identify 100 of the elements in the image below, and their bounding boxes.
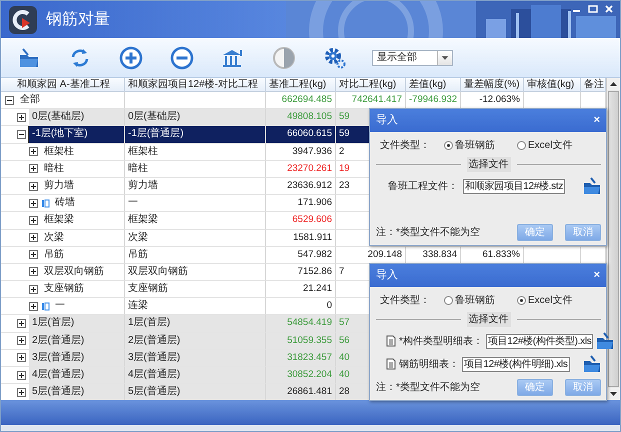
tree-label[interactable]: 4层(普通层)	[29, 367, 124, 384]
radio-option[interactable]: Excel文件	[517, 138, 572, 152]
folder-icon[interactable]	[583, 355, 601, 373]
table-cell: 30852.204	[266, 367, 336, 384]
tree-label[interactable]: 2层(普通层)	[29, 332, 124, 349]
close-icon[interactable]	[604, 5, 614, 13]
table-cell: 3层(普通层)	[125, 350, 266, 367]
tree-label[interactable]: 框架梁	[41, 212, 124, 228]
tree-label[interactable]: 0层(基础层)	[29, 109, 124, 126]
settings-icon[interactable]	[323, 46, 347, 70]
column-header[interactable]: 和顺家园 A-基准工程	[1, 78, 125, 92]
tree-label[interactable]: 次梁	[41, 230, 124, 246]
table-cell: 吊筋	[125, 246, 266, 264]
window-title: 钢筋对量	[46, 10, 110, 30]
expand-icon[interactable]	[17, 370, 26, 380]
table-cell: 66060.615	[266, 126, 336, 144]
table-cell: 剪力墙	[125, 178, 266, 196]
table-cell: 5层(普通层)	[125, 384, 266, 400]
column-header[interactable]: 对比工程(kg)	[336, 78, 406, 92]
table-cell: 31823.457	[266, 350, 336, 367]
column-header[interactable]: 和顺家园项目12#楼-对比工程	[125, 78, 266, 92]
collapse-icon[interactable]	[17, 130, 26, 139]
expand-icon[interactable]	[17, 336, 26, 346]
remove-icon[interactable]	[170, 46, 194, 70]
file-path-field[interactable]: 和顺家园项目12#楼.stz	[463, 178, 566, 194]
table-cell: 框架柱	[125, 144, 266, 161]
radio-option[interactable]: 鲁班钢筋	[444, 138, 495, 152]
expand-icon[interactable]	[29, 182, 38, 191]
add-icon[interactable]	[119, 46, 143, 70]
tree-label[interactable]: 全部	[17, 92, 124, 108]
table-cell: 暗柱	[125, 160, 266, 178]
expand-icon[interactable]	[29, 198, 38, 208]
expand-icon[interactable]	[29, 216, 38, 225]
folder-icon[interactable]	[17, 46, 41, 70]
close-button[interactable]: ×	[594, 112, 600, 129]
tree-label[interactable]: 双层双向钢筋	[41, 264, 124, 280]
expand-icon[interactable]	[29, 233, 38, 242]
expand-icon[interactable]	[29, 147, 38, 156]
table-cell: 547.982	[266, 246, 336, 264]
document-icon	[386, 335, 396, 347]
table-cell: 6529.606	[266, 212, 336, 230]
table-cell: 171.906	[266, 195, 336, 212]
table-cell: 4层(普通层)	[125, 367, 266, 384]
table-cell: 51059.355	[266, 332, 336, 350]
column-header[interactable]: 量差幅度(%)	[461, 78, 524, 92]
table-cell: 次梁	[125, 230, 266, 247]
tree-label[interactable]: 5层(普通层)	[29, 384, 124, 400]
table-cell: 7152.86	[266, 264, 336, 282]
tree-label[interactable]: -1层(地下室)	[29, 126, 124, 143]
radio-option[interactable]: 鲁班钢筋	[444, 292, 495, 308]
table-cell: 1581.911	[266, 230, 336, 247]
scroll-up-icon[interactable]	[607, 78, 620, 90]
tree-label[interactable]: 一	[52, 298, 124, 314]
file-path-field[interactable]: 项目12#楼(构件明细).xls	[462, 356, 570, 372]
column-header[interactable]: 审核值(kg)	[524, 78, 581, 92]
tree-label[interactable]: 暗柱	[41, 160, 124, 177]
expand-icon[interactable]	[29, 302, 38, 311]
tree-label[interactable]: 1层(首层)	[29, 315, 124, 332]
expand-icon[interactable]	[29, 164, 38, 174]
folder-icon[interactable]	[583, 177, 601, 195]
expand-icon[interactable]	[29, 267, 38, 276]
dialog-title: 导入	[376, 268, 398, 284]
expand-icon[interactable]	[29, 250, 38, 260]
field-label: 文件类型：	[380, 294, 431, 308]
expand-icon[interactable]	[17, 112, 26, 122]
tree-label[interactable]: 剪力墙	[41, 178, 124, 194]
scrollbar-thumb[interactable]	[608, 91, 619, 387]
tree-label[interactable]: 3层(普通层)	[29, 350, 124, 366]
column-header[interactable]: 差值(kg)	[406, 78, 461, 92]
table-cell: 49808.105	[266, 109, 336, 126]
document-icon	[386, 358, 396, 370]
table-cell: 双层双向钢筋	[125, 264, 266, 282]
expand-icon[interactable]	[29, 284, 38, 294]
table-cell: 0层(基础层)	[125, 109, 266, 126]
note-text: 注：*类型文件不能为空	[376, 226, 481, 240]
radio-option[interactable]: Excel文件	[517, 292, 572, 308]
tree-label[interactable]: 框架柱	[41, 144, 124, 160]
file-path-field[interactable]: 项目12#楼(构件类型).xls	[486, 334, 594, 348]
maximize-icon[interactable]	[588, 5, 598, 13]
table-cell: 1层(首层)	[125, 315, 266, 333]
expand-icon[interactable]	[17, 319, 26, 328]
table-cell: 23636.912	[266, 178, 336, 196]
tree-label[interactable]: 支座钢筋	[41, 281, 124, 298]
tree-label[interactable]: 砖墙	[52, 195, 124, 212]
column-header[interactable]: 基准工程(kg)	[266, 78, 336, 92]
collapse-icon[interactable]	[5, 96, 14, 105]
table-cell: 2层(普通层)	[125, 332, 266, 350]
filter-dropdown[interactable]: 显示全部	[372, 50, 453, 66]
tree-label[interactable]: 吊筋	[41, 246, 124, 263]
table-cell: -1层(普通层)	[125, 126, 266, 144]
scroll-down-icon[interactable]	[607, 388, 620, 400]
table-cell: 21.241	[266, 281, 336, 298]
section-title: 选择文件	[466, 312, 510, 327]
folder-icon[interactable]	[596, 332, 614, 350]
table-cell: 54854.419	[266, 315, 336, 333]
table-cell: 一	[125, 195, 266, 212]
expand-icon[interactable]	[17, 388, 26, 397]
table-cell: 26861.481	[266, 384, 336, 400]
close-button[interactable]: ×	[594, 267, 600, 284]
expand-icon[interactable]	[17, 353, 26, 362]
